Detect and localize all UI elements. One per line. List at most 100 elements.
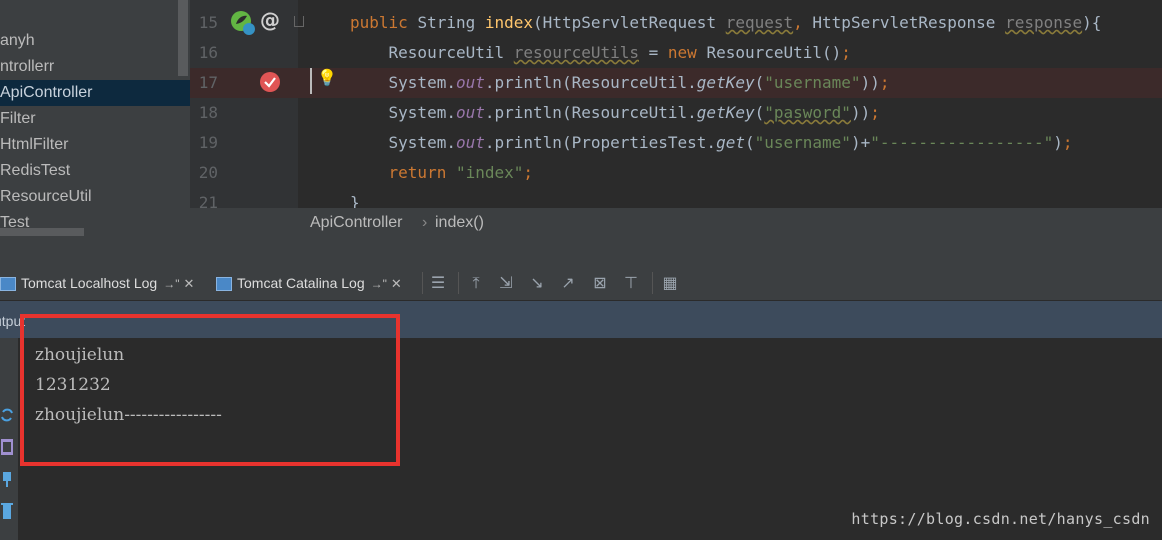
breadcrumb-method[interactable]: index() [435, 208, 484, 238]
panel-splitter[interactable] [0, 238, 1162, 266]
code-token: public [350, 13, 418, 32]
toolbar-separator [458, 272, 459, 294]
line-number: 20 [198, 163, 218, 182]
clear-all-icon[interactable]: ⊠ [590, 273, 610, 293]
breadcrumb: ApiController › index() [190, 208, 1162, 238]
code-token: )) [850, 103, 871, 122]
tree-item-redistest[interactable]: RedisTest [0, 158, 190, 184]
code-token: out [455, 133, 485, 152]
trash-icon[interactable] [0, 502, 14, 520]
tree-item-htmlfilter[interactable]: HtmlFilter [0, 132, 190, 158]
spring-bean-icon[interactable] [230, 10, 256, 36]
code-token: get [716, 133, 745, 152]
layout-icon[interactable] [0, 438, 14, 456]
log-file-icon [216, 277, 232, 292]
line-number: 19 [198, 133, 218, 152]
toolbar-separator [652, 272, 653, 294]
code-token: "pasword" [764, 103, 851, 122]
console-sidebar [0, 338, 18, 540]
pin-tool-icon[interactable] [0, 470, 14, 488]
code-token: , [793, 13, 813, 32]
lightbulb-icon[interactable]: 💡 [317, 68, 337, 87]
code-token: "username" [764, 73, 861, 92]
code-line[interactable]: 16 ResourceUtil resourceUtils = new Reso… [190, 38, 1162, 68]
line-number: 17 [198, 73, 218, 92]
tree-item-controller[interactable]: ntrollerr [0, 54, 190, 80]
toolbar-separator [422, 272, 423, 294]
down-arrow-icon[interactable]: ↘ [527, 273, 547, 293]
code-text: System.out.println(ResourceUtil.getKey("… [350, 98, 880, 128]
code-token: "username" [754, 133, 851, 152]
breadcrumb-separator: › [422, 214, 428, 231]
code-token: System. [350, 103, 456, 122]
code-token: index [484, 13, 534, 32]
code-text: ResourceUtil resourceUtils = new Resourc… [350, 38, 851, 68]
pin-icon[interactable]: →" [163, 277, 179, 291]
code-token: request [725, 13, 794, 32]
filter-icon[interactable]: ⊤ [621, 273, 641, 293]
tree-item-anyh[interactable]: anyh [0, 28, 190, 54]
annotation-icon[interactable]: @ [260, 8, 280, 32]
code-line[interactable]: 20 return "index"; [190, 158, 1162, 188]
project-tree: anyh ntrollerr ApiController Filter Html… [0, 0, 190, 238]
run-tool-window-tabs: Tomcat Localhost Log →" ✕ Tomcat Catalina … [0, 266, 1162, 301]
code-token: ; [870, 103, 880, 122]
log-file-icon [0, 277, 16, 292]
restart-icon[interactable] [0, 406, 14, 424]
up-arrow-icon[interactable]: ↗ [558, 273, 578, 293]
code-token: ResourceUtil [350, 43, 514, 62]
close-icon[interactable]: ✕ [183, 276, 194, 291]
code-editor[interactable]: 15 public String index(HttpServletRequest… [190, 0, 1162, 238]
code-token: response [1005, 13, 1083, 32]
code-token: new [667, 43, 707, 62]
line-number: 18 [198, 103, 218, 122]
tree-vertical-scrollbar[interactable] [178, 0, 188, 76]
code-text: return "index"; [350, 158, 534, 188]
code-token: ){ [1082, 13, 1102, 32]
tree-horizontal-scrollbar[interactable] [0, 228, 84, 236]
fold-marker-icon[interactable] [294, 16, 304, 27]
code-line[interactable]: 18 System.out.println(ResourceUtil.getKe… [190, 98, 1162, 128]
code-token: resourceUtils [513, 43, 639, 62]
code-token: ; [1062, 133, 1073, 152]
tree-item-filter[interactable]: Filter [0, 106, 190, 132]
soft-wrap-icon[interactable]: ☰ [428, 273, 448, 293]
close-icon[interactable]: ✕ [391, 276, 402, 291]
scroll-to-top-icon[interactable]: ⤒ [466, 273, 486, 293]
code-token: out [455, 103, 485, 122]
tree-item-apicontroller[interactable]: ApiController [0, 80, 190, 106]
breadcrumb-class[interactable]: ApiController [310, 208, 402, 238]
code-token: )+ [850, 133, 871, 152]
code-token: .println(ResourceUtil. [484, 73, 697, 92]
code-text: System.out.println(PropertiesTest.get("u… [350, 128, 1073, 158]
scroll-to-end-icon[interactable]: ⇲ [496, 273, 516, 293]
code-token: HttpServletResponse [812, 13, 1006, 32]
tab-tomcat-catalina-log[interactable]: Tomcat Catalina Log →" ✕ [216, 266, 402, 300]
tab-tomcat-localhost-log[interactable]: Tomcat Localhost Log →" ✕ [0, 266, 194, 300]
code-line[interactable]: 15 public String index(HttpServletRequest… [190, 8, 1162, 38]
code-token: return [350, 163, 456, 182]
line-number: 16 [198, 43, 218, 62]
code-token: System. [350, 133, 456, 152]
tab-label: Tomcat Localhost Log [21, 275, 158, 291]
code-token: String [417, 13, 485, 32]
code-token: .println(PropertiesTest. [484, 133, 717, 152]
code-token: .println(ResourceUtil. [484, 103, 697, 122]
code-token: ) [1053, 133, 1063, 152]
print-icon[interactable]: ▦ [660, 273, 680, 293]
watermark: https://blog.csdn.net/hanys_csdn [851, 510, 1150, 528]
code-token: "-----------------" [870, 133, 1054, 152]
pin-icon[interactable]: →" [371, 277, 387, 291]
breakpoint-icon[interactable] [259, 71, 281, 93]
code-token: getKey [696, 73, 755, 92]
highlight-box [20, 314, 400, 466]
code-token: (HttpServletRequest [533, 13, 726, 32]
code-token: ResourceUtil() [706, 43, 842, 62]
tree-item-resourceutil[interactable]: ResourceUtil [0, 184, 190, 210]
code-token: ( [754, 103, 765, 122]
line-number: 15 [198, 13, 218, 32]
code-line[interactable]: 19 System.out.println(PropertiesTest.get… [190, 128, 1162, 158]
code-token: out [455, 73, 485, 92]
code-token: ; [879, 73, 890, 92]
code-token: ( [744, 133, 755, 152]
